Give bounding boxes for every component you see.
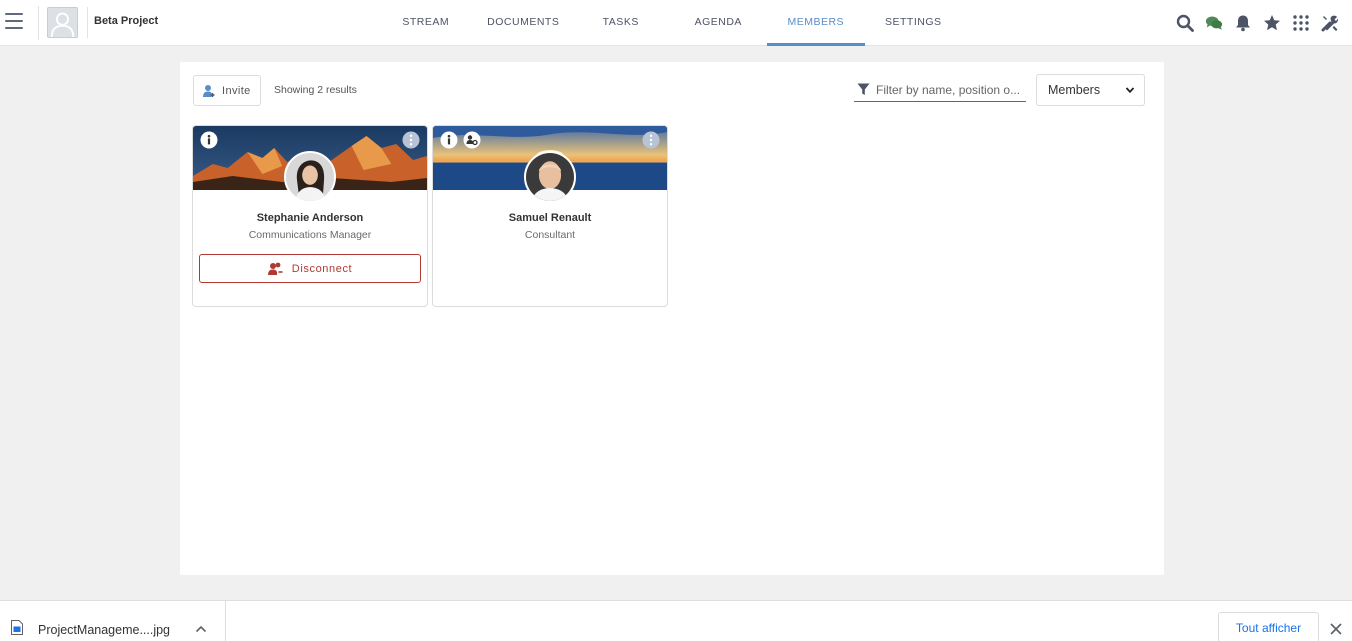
- avatar[interactable]: [284, 151, 336, 203]
- results-count: Showing 2 results: [274, 84, 357, 96]
- top-icons: [1170, 11, 1344, 35]
- show-all-downloads-button[interactable]: Tout afficher: [1218, 612, 1319, 641]
- tab-agenda[interactable]: AGENDA: [670, 0, 768, 46]
- tab-settings[interactable]: SETTINGS: [865, 0, 963, 46]
- star-icon[interactable]: [1257, 11, 1286, 35]
- download-file-name: ProjectManageme....jpg: [38, 623, 171, 637]
- role-select[interactable]: Members: [1036, 74, 1145, 106]
- filter-input[interactable]: [876, 82, 1026, 97]
- space-title[interactable]: Beta Project: [94, 15, 158, 27]
- info-icon[interactable]: [440, 131, 458, 149]
- divider: [87, 7, 88, 38]
- apps-grid-icon[interactable]: [1286, 11, 1315, 35]
- info-icon[interactable]: [200, 131, 218, 149]
- disconnect-button[interactable]: Disconnect: [199, 254, 421, 283]
- member-filter[interactable]: [854, 78, 1026, 102]
- member-position: Consultant: [524, 229, 576, 241]
- add-user-icon: [203, 84, 215, 97]
- avatar[interactable]: [524, 151, 576, 203]
- tab-documents[interactable]: DOCUMENTS: [475, 0, 573, 46]
- bell-icon[interactable]: [1228, 11, 1257, 35]
- invite-label: Invite: [222, 84, 251, 97]
- member-position: Communications Manager: [248, 229, 372, 241]
- member-card: Samuel Renault Consultant: [432, 125, 668, 307]
- role-select-value: Members: [1048, 83, 1101, 97]
- space-avatar[interactable]: [47, 7, 78, 38]
- tools-icon[interactable]: [1315, 11, 1344, 35]
- default-avatar-icon: [48, 8, 77, 37]
- tab-stream[interactable]: STREAM: [377, 0, 475, 46]
- search-icon[interactable]: [1170, 11, 1199, 35]
- space-tabs: STREAM DOCUMENTS TASKS AGENDA MEMBERS SE…: [377, 0, 962, 46]
- manager-role-icon[interactable]: [463, 131, 481, 149]
- top-navigation-bar: Beta Project STREAM DOCUMENTS TASKS AGEN…: [0, 0, 1352, 46]
- divider: [38, 6, 39, 40]
- member-card: Stephanie Anderson Communications Manage…: [192, 125, 428, 307]
- disconnect-user-icon: [267, 262, 283, 275]
- chevron-down-icon: [1125, 87, 1135, 94]
- more-options-icon[interactable]: [402, 131, 420, 149]
- disconnect-label: Disconnect: [291, 262, 353, 275]
- close-icon[interactable]: [1329, 622, 1343, 636]
- tab-tasks[interactable]: TASKS: [572, 0, 670, 46]
- members-panel: Invite Showing 2 results Members: [180, 62, 1164, 575]
- invite-button[interactable]: Invite: [193, 75, 261, 106]
- chevron-up-icon[interactable]: [195, 624, 207, 634]
- more-options-icon[interactable]: [642, 131, 660, 149]
- filter-icon: [857, 83, 870, 95]
- image-file-icon: [11, 620, 23, 635]
- download-item[interactable]: ProjectManageme....jpg: [0, 601, 226, 641]
- tab-members[interactable]: MEMBERS: [767, 0, 865, 46]
- hamburger-menu-icon[interactable]: [5, 13, 23, 29]
- member-name[interactable]: Samuel Renault: [433, 212, 667, 224]
- chat-icon[interactable]: [1199, 11, 1228, 35]
- member-name[interactable]: Stephanie Anderson: [193, 212, 427, 224]
- download-bar: ProjectManageme....jpg Tout afficher: [0, 600, 1352, 641]
